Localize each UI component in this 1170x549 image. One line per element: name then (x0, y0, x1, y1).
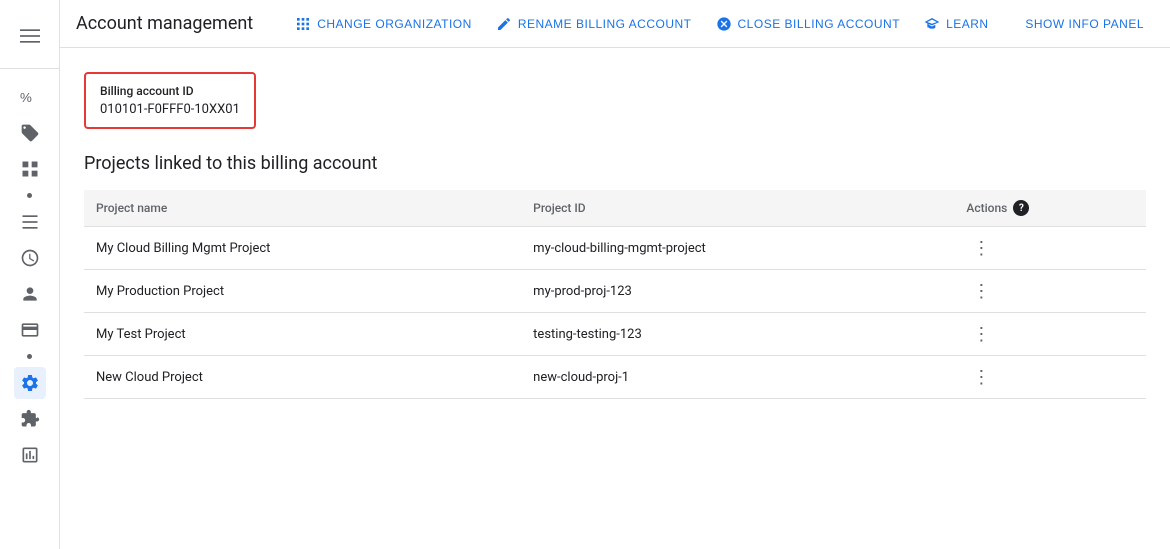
cell-project-id: testing-testing-123 (521, 313, 954, 356)
menu-icon[interactable] (14, 20, 46, 52)
table-row: My Test Project testing-testing-123 ⋮ (84, 313, 1146, 356)
projects-table-body: My Cloud Billing Mgmt Project my-cloud-b… (84, 227, 1146, 399)
more-actions-button[interactable]: ⋮ (966, 237, 996, 259)
sidebar: % (0, 0, 60, 549)
puzzle-icon[interactable] (14, 403, 46, 435)
tag-icon[interactable] (14, 117, 46, 149)
cell-project-id: my-cloud-billing-mgmt-project (521, 227, 954, 270)
col-actions: Actions ? (954, 190, 1146, 227)
svg-text:%: % (20, 90, 32, 105)
more-actions-button[interactable]: ⋮ (966, 366, 996, 388)
clock-icon[interactable] (14, 242, 46, 274)
cell-actions: ⋮ (954, 227, 1146, 270)
projects-table: Project name Project ID Actions ? My Clo… (84, 190, 1146, 399)
col-project-name: Project name (84, 190, 521, 227)
sidebar-dot-1 (27, 193, 32, 198)
projects-section-title: Projects linked to this billing account (84, 153, 1146, 174)
page-title: Account management (76, 13, 253, 34)
main-area: Account management CHANGE ORGANIZATION R… (60, 0, 1170, 549)
header: Account management CHANGE ORGANIZATION R… (60, 0, 1170, 48)
cell-project-name: My Test Project (84, 313, 521, 356)
actions-header: Actions ? (966, 200, 1134, 216)
pencil-icon (496, 16, 512, 32)
table-header-row: Project name Project ID Actions ? (84, 190, 1146, 227)
cell-project-id: new-cloud-proj-1 (521, 356, 954, 399)
more-actions-button[interactable]: ⋮ (966, 280, 996, 302)
more-actions-button[interactable]: ⋮ (966, 323, 996, 345)
cell-actions: ⋮ (954, 356, 1146, 399)
col-project-id: Project ID (521, 190, 954, 227)
show-info-panel-button[interactable]: SHOW INFO PANEL (1015, 11, 1154, 37)
table-row: New Cloud Project new-cloud-proj-1 ⋮ (84, 356, 1146, 399)
credit-card-icon[interactable] (14, 314, 46, 346)
header-actions: CHANGE ORGANIZATION RENAME BILLING ACCOU… (285, 10, 1154, 38)
cell-actions: ⋮ (954, 270, 1146, 313)
graduation-icon (924, 16, 940, 32)
content-area: Billing account ID 010101-F0FFF0-10XX01 … (60, 48, 1170, 549)
percent-icon[interactable]: % (14, 81, 46, 113)
learn-button[interactable]: LEARN (914, 10, 999, 38)
cell-project-name: New Cloud Project (84, 356, 521, 399)
billing-card-value: 010101-F0FFF0-10XX01 (100, 102, 240, 117)
table-row: My Cloud Billing Mgmt Project my-cloud-b… (84, 227, 1146, 270)
change-organization-button[interactable]: CHANGE ORGANIZATION (285, 10, 482, 38)
person-icon[interactable] (14, 278, 46, 310)
grid-icon[interactable] (14, 153, 46, 185)
cell-project-id: my-prod-proj-123 (521, 270, 954, 313)
cell-project-name: My Cloud Billing Mgmt Project (84, 227, 521, 270)
cell-project-name: My Production Project (84, 270, 521, 313)
sidebar-top (0, 8, 59, 69)
billing-account-card: Billing account ID 010101-F0FFF0-10XX01 (84, 72, 256, 129)
actions-help-icon[interactable]: ? (1013, 200, 1029, 216)
x-circle-icon (716, 16, 732, 32)
grid-icon (295, 16, 311, 32)
table-row: My Production Project my-prod-proj-123 ⋮ (84, 270, 1146, 313)
table-header: Project name Project ID Actions ? (84, 190, 1146, 227)
sidebar-dot-2 (27, 354, 32, 359)
list-icon[interactable] (14, 206, 46, 238)
rename-billing-account-button[interactable]: RENAME BILLING ACCOUNT (486, 10, 702, 38)
close-billing-account-button[interactable]: CLOSE BILLING ACCOUNT (706, 10, 911, 38)
settings-icon[interactable] (14, 367, 46, 399)
cell-actions: ⋮ (954, 313, 1146, 356)
checklist-icon[interactable] (14, 439, 46, 471)
billing-card-label: Billing account ID (100, 84, 240, 98)
